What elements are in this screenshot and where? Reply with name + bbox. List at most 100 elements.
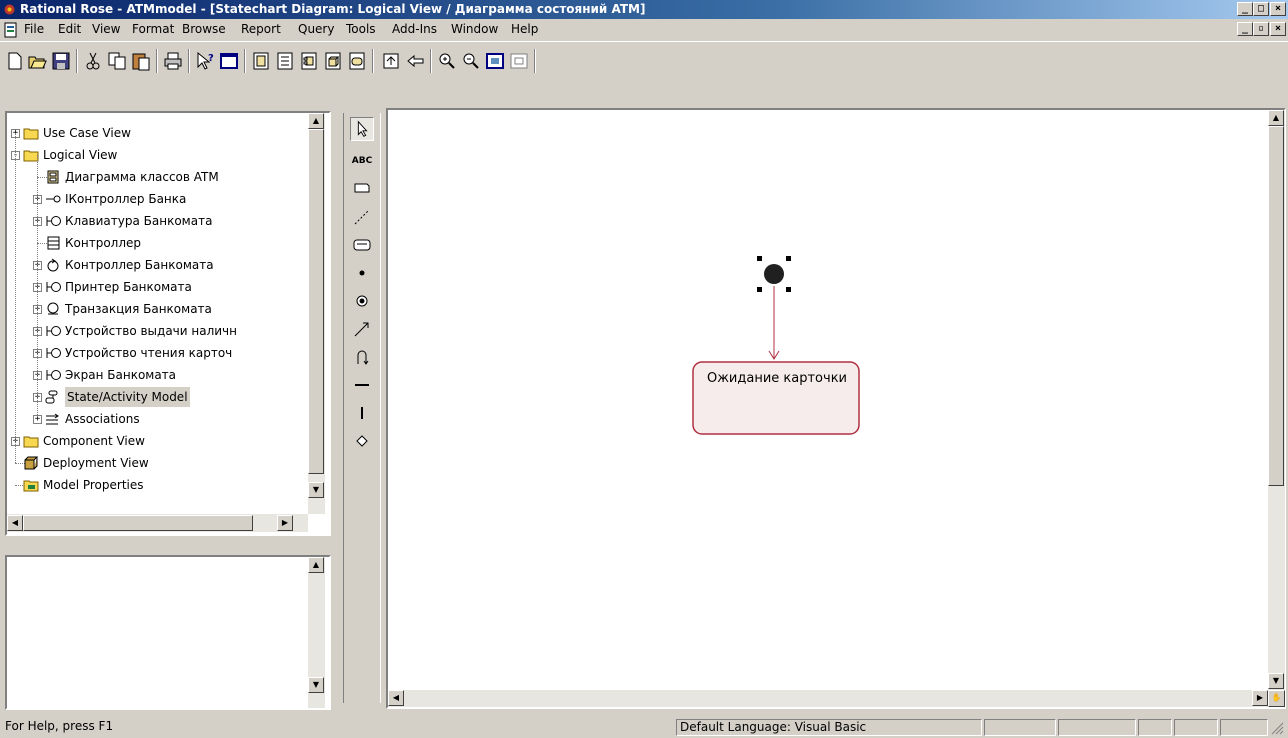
scroll-thumb[interactable] bbox=[1268, 126, 1284, 486]
end-state-icon[interactable] bbox=[350, 289, 374, 313]
selection-handle[interactable] bbox=[786, 287, 791, 292]
horizontal-sync-icon[interactable] bbox=[350, 373, 374, 397]
undo-fit-icon[interactable] bbox=[508, 50, 530, 72]
documentation-window[interactable]: ▲ ▼ bbox=[5, 555, 331, 710]
tree-node[interactable]: + Use Case View bbox=[7, 123, 307, 143]
tree-node-label: Диаграмма классов ATM bbox=[65, 170, 219, 184]
status-pane bbox=[1058, 719, 1136, 736]
tree-node[interactable]: + Экран Банкомата bbox=[7, 365, 307, 385]
tree-node[interactable]: + State/Activity Model bbox=[7, 387, 307, 407]
scroll-up-icon[interactable]: ▲ bbox=[308, 557, 324, 573]
maximize-button[interactable]: □ bbox=[1253, 2, 1269, 16]
tree-node[interactable]: + Клавиатура Банкомата bbox=[7, 211, 307, 231]
tree-node[interactable]: + IКонтроллер Банка bbox=[7, 189, 307, 209]
tree-vscroll[interactable]: ▲ ▼ bbox=[308, 113, 325, 514]
scroll-down-icon[interactable]: ▼ bbox=[308, 482, 324, 498]
tree-node-label: Use Case View bbox=[43, 126, 131, 140]
scroll-down-icon[interactable]: ▼ bbox=[308, 677, 324, 693]
browse-class-diagram-icon[interactable] bbox=[250, 50, 272, 72]
note-icon[interactable] bbox=[350, 177, 374, 201]
state-icon[interactable] bbox=[350, 233, 374, 257]
mdi-close-button[interactable]: × bbox=[1270, 22, 1286, 36]
close-button[interactable]: × bbox=[1270, 2, 1286, 16]
menu-edit[interactable]: Edit bbox=[58, 22, 81, 36]
window-title: Rational Rose - ATMmodel - [Statechart D… bbox=[20, 2, 646, 16]
menu-file[interactable]: File bbox=[24, 22, 44, 36]
menu-view[interactable]: View bbox=[92, 22, 120, 36]
props-icon bbox=[23, 478, 39, 492]
print-icon[interactable] bbox=[162, 50, 184, 72]
tree-node[interactable]: + Component View bbox=[7, 431, 307, 451]
scroll-right-icon[interactable]: ▶ bbox=[1252, 690, 1268, 706]
start-state-icon[interactable] bbox=[350, 261, 374, 285]
tree-node[interactable]: + Принтер Банкомата bbox=[7, 277, 307, 297]
scroll-left-icon[interactable]: ◀ bbox=[7, 515, 23, 531]
resize-grip-icon[interactable] bbox=[1270, 721, 1284, 735]
selection-handle[interactable] bbox=[757, 256, 762, 261]
scroll-left-icon[interactable]: ◀ bbox=[388, 690, 404, 706]
scroll-down-icon[interactable]: ▼ bbox=[1268, 673, 1284, 689]
canvas-vscroll[interactable]: ▲ ▼ bbox=[1268, 110, 1285, 690]
context-help-icon[interactable]: ? bbox=[194, 50, 216, 72]
menu-report[interactable]: Report bbox=[241, 22, 281, 36]
tree-node[interactable]: + Устройство чтения карточ bbox=[7, 343, 307, 363]
mdi-restore-button[interactable]: ▫ bbox=[1253, 22, 1269, 36]
new-icon[interactable] bbox=[4, 50, 26, 72]
view-doc-icon[interactable] bbox=[218, 50, 240, 72]
tree-node[interactable]: Deployment View bbox=[7, 453, 307, 473]
menu-browse[interactable]: Browse bbox=[182, 22, 226, 36]
menu-add-ins[interactable]: Add-Ins bbox=[392, 22, 437, 36]
tree-node[interactable]: + Контроллер Банкомата bbox=[7, 255, 307, 275]
canvas-hscroll[interactable]: ◀ ▶ bbox=[388, 690, 1268, 707]
cut-icon[interactable] bbox=[82, 50, 104, 72]
tree-node[interactable]: + Устройство выдачи наличн bbox=[7, 321, 307, 341]
browse-component-diagram-icon[interactable] bbox=[298, 50, 320, 72]
scroll-right-icon[interactable]: ▶ bbox=[277, 515, 293, 531]
transition-to-self-icon[interactable] bbox=[350, 345, 374, 369]
zoom-out-icon[interactable] bbox=[460, 50, 482, 72]
menu-window[interactable]: Window bbox=[451, 22, 498, 36]
anchor-note-icon[interactable] bbox=[350, 205, 374, 229]
start-state[interactable] bbox=[764, 264, 784, 284]
browse-interaction-diagram-icon[interactable] bbox=[274, 50, 296, 72]
save-icon[interactable] bbox=[50, 50, 72, 72]
model-browser[interactable]: + Use Case View - Logical View Диаграмма кла… bbox=[5, 111, 331, 536]
copy-icon[interactable] bbox=[106, 50, 128, 72]
browse-previous-icon[interactable] bbox=[404, 50, 426, 72]
browse-state-diagram-icon[interactable] bbox=[346, 50, 368, 72]
selection-handle[interactable] bbox=[757, 287, 762, 292]
tree-node[interactable]: Контроллер bbox=[7, 233, 307, 253]
scroll-thumb[interactable] bbox=[23, 515, 253, 531]
scroll-thumb[interactable] bbox=[308, 129, 324, 474]
menu-format[interactable]: Format bbox=[132, 22, 174, 36]
tree-node[interactable]: + Транзакция Банкомата bbox=[7, 299, 307, 319]
menu-help[interactable]: Help bbox=[511, 22, 538, 36]
status-pane bbox=[1174, 719, 1218, 736]
tree-hscroll[interactable]: ◀ ▶ bbox=[7, 514, 308, 532]
selection-handle[interactable] bbox=[786, 256, 791, 261]
tree-node[interactable]: - Logical View bbox=[7, 145, 307, 165]
state-transition-icon[interactable] bbox=[350, 317, 374, 341]
text-box-icon[interactable]: ABC bbox=[350, 149, 374, 173]
tree-node[interactable]: Диаграмма классов ATM bbox=[7, 167, 307, 187]
scroll-up-icon[interactable]: ▲ bbox=[1268, 110, 1284, 126]
browse-parent-icon[interactable] bbox=[380, 50, 402, 72]
tree-node[interactable]: Model Properties bbox=[7, 475, 307, 495]
pan-hand-icon[interactable]: ✋ bbox=[1268, 690, 1285, 707]
doc-vscroll[interactable]: ▲ ▼ bbox=[308, 557, 325, 708]
browse-deployment-diagram-icon[interactable] bbox=[322, 50, 344, 72]
paste-icon[interactable] bbox=[130, 50, 152, 72]
minimize-button[interactable]: _ bbox=[1237, 2, 1253, 16]
decision-icon[interactable] bbox=[350, 429, 374, 453]
menu-query[interactable]: Query bbox=[298, 22, 334, 36]
statechart-diagram-canvas[interactable]: Ожидание карточки ▲ ▼ ◀ ▶ ✋ bbox=[386, 108, 1286, 709]
vertical-sync-icon[interactable] bbox=[350, 401, 374, 425]
tree-node[interactable]: + Associations bbox=[7, 409, 307, 429]
open-icon[interactable] bbox=[26, 50, 48, 72]
fit-in-window-icon[interactable] bbox=[484, 50, 506, 72]
zoom-in-icon[interactable] bbox=[436, 50, 458, 72]
mdi-minimize-button[interactable]: _ bbox=[1237, 22, 1253, 36]
selection-arrow-icon[interactable] bbox=[350, 117, 374, 141]
scroll-up-icon[interactable]: ▲ bbox=[308, 113, 324, 129]
menu-tools[interactable]: Tools bbox=[346, 22, 376, 36]
